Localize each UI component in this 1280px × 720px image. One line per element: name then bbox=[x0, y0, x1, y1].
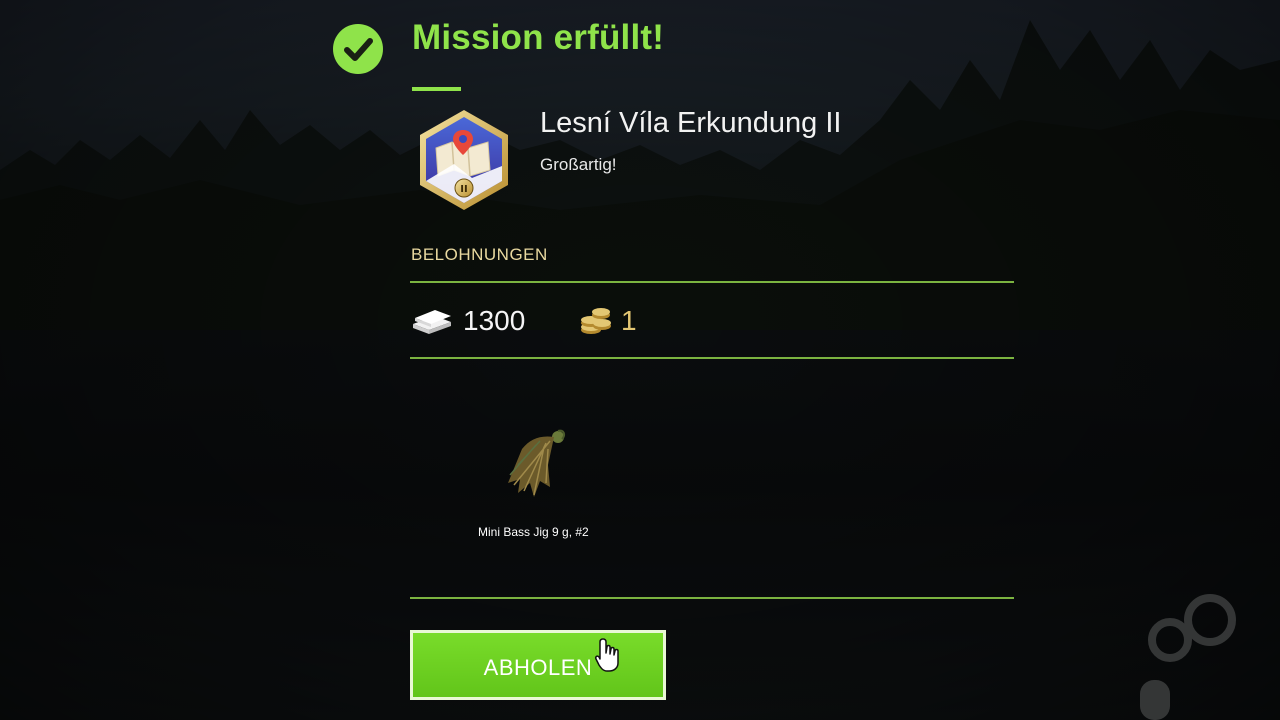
claim-button[interactable]: ABHOLEN bbox=[410, 630, 666, 700]
money-reward-value: 1300 bbox=[463, 305, 526, 336]
coins-icon bbox=[581, 308, 611, 334]
mission-name: Lesní Víla Erkundung II bbox=[540, 107, 842, 139]
reel-gear-icon bbox=[1140, 594, 1236, 720]
coin-reward-value: 1 bbox=[621, 305, 637, 336]
banknotes-icon bbox=[413, 310, 451, 334]
badge-level: II bbox=[460, 184, 467, 195]
bass-jig-lure-icon[interactable] bbox=[500, 425, 572, 505]
title-underline bbox=[412, 87, 461, 91]
divider-middle bbox=[410, 357, 1014, 359]
map-pin-hexagon-badge-icon: II bbox=[420, 110, 508, 210]
divider-bottom bbox=[410, 597, 1014, 599]
check-circle-icon bbox=[333, 24, 383, 74]
mission-subtitle: Großartig! bbox=[540, 155, 617, 174]
claim-button-label: ABHOLEN bbox=[483, 655, 593, 680]
rewards-heading: BELOHNUNGEN bbox=[411, 245, 548, 264]
item-reward-label: Mini Bass Jig 9 g, #2 bbox=[478, 525, 589, 539]
hand-pointer-icon bbox=[595, 638, 619, 672]
divider-top bbox=[410, 281, 1014, 283]
mission-complete-title: Mission erfüllt! bbox=[412, 18, 665, 57]
